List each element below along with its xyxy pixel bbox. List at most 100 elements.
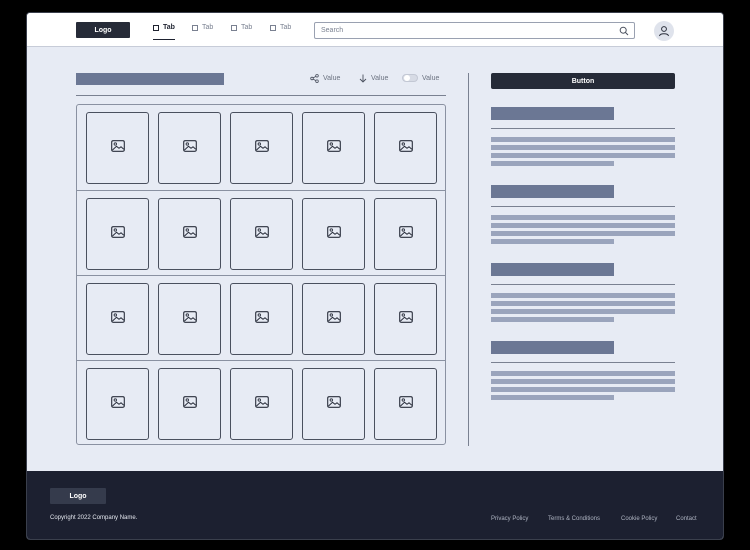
sidebar-text-line (491, 301, 675, 306)
primary-button[interactable]: Button (491, 73, 675, 89)
sidebar-text-line (491, 293, 675, 298)
sidebar-text-line (491, 145, 675, 150)
search-placeholder: Search (321, 27, 344, 34)
footer-logo[interactable]: Logo (50, 488, 106, 504)
image-icon (110, 310, 125, 328)
gallery-row (77, 105, 445, 190)
gallery-card[interactable] (302, 112, 365, 184)
nav-tab-4[interactable]: Tab (270, 24, 291, 40)
share-control[interactable]: Value (310, 74, 340, 83)
user-avatar[interactable] (654, 21, 674, 41)
image-icon (182, 225, 197, 243)
sidebar-text-line (491, 371, 675, 376)
gallery-card[interactable] (158, 112, 221, 184)
sidebar-divider (491, 206, 675, 207)
section-title-placeholder (76, 73, 224, 85)
sidebar-text-line (491, 379, 675, 384)
image-icon (398, 225, 413, 243)
gallery-card[interactable] (230, 198, 293, 270)
search-input[interactable]: Search (314, 22, 635, 39)
toggle-label: Value (422, 74, 440, 82)
gallery-card[interactable] (230, 112, 293, 184)
image-icon (182, 310, 197, 328)
sidebar-divider (491, 284, 675, 285)
sidebar-text-line (491, 231, 675, 236)
image-icon (182, 395, 197, 413)
tab-placeholder-icon (270, 25, 276, 31)
privacy-policy-link[interactable]: Privacy Policy (491, 516, 528, 522)
section-divider (76, 95, 446, 96)
sidebar-text-line (491, 137, 675, 142)
sidebar-heading-3 (491, 263, 614, 276)
gallery-row (77, 190, 445, 275)
gallery-card[interactable] (374, 368, 437, 440)
image-icon (110, 395, 125, 413)
tab-placeholder-icon (192, 25, 198, 31)
gallery-card[interactable] (374, 198, 437, 270)
sort-control[interactable]: Value (359, 74, 388, 83)
terms-link[interactable]: Terms & Conditions (548, 516, 600, 522)
tab-placeholder-icon (153, 25, 159, 31)
gallery-card[interactable] (86, 283, 149, 355)
app-window: Logo Tab Tab Tab Tab Search Value Value … (26, 12, 724, 540)
gallery-card[interactable] (158, 198, 221, 270)
sidebar-text-line (491, 161, 614, 166)
gallery-card[interactable] (86, 198, 149, 270)
gallery-card[interactable] (302, 368, 365, 440)
user-icon (659, 26, 669, 37)
header-logo[interactable]: Logo (76, 22, 130, 38)
image-icon (398, 139, 413, 157)
image-icon (326, 310, 341, 328)
nav-tab-3[interactable]: Tab (231, 24, 252, 40)
sidebar-text-line (491, 395, 614, 400)
gallery-card[interactable] (374, 112, 437, 184)
image-gallery (76, 104, 446, 445)
cookie-policy-link[interactable]: Cookie Policy (621, 516, 657, 522)
sidebar-text-line (491, 309, 675, 314)
image-icon (398, 310, 413, 328)
toggle-control[interactable]: Value (402, 74, 439, 82)
gallery-card[interactable] (230, 283, 293, 355)
image-icon (326, 395, 341, 413)
gallery-card[interactable] (374, 283, 437, 355)
sidebar-text-line (491, 215, 675, 220)
share-label: Value (323, 75, 341, 82)
image-icon (110, 225, 125, 243)
sidebar-heading-1 (491, 107, 614, 120)
sidebar-divider (491, 128, 675, 129)
contact-link[interactable]: Contact (676, 516, 697, 522)
sidebar-text-line (491, 153, 675, 158)
sidebar-text-line (491, 223, 675, 228)
search-icon[interactable] (619, 26, 629, 36)
gallery-card[interactable] (302, 283, 365, 355)
gallery-card[interactable] (158, 368, 221, 440)
column-divider (468, 73, 469, 446)
image-icon (398, 395, 413, 413)
gallery-card[interactable] (86, 368, 149, 440)
sidebar-heading-2 (491, 185, 614, 198)
sidebar-text-line (491, 317, 614, 322)
gallery-row (77, 360, 445, 445)
toggle-switch[interactable] (402, 74, 418, 82)
image-icon (254, 395, 269, 413)
gallery-row (77, 275, 445, 360)
gallery-card[interactable] (302, 198, 365, 270)
image-icon (254, 225, 269, 243)
tab-placeholder-icon (231, 25, 237, 31)
footer: Logo Copyright 2022 Company Name. Privac… (27, 471, 723, 539)
image-icon (254, 310, 269, 328)
nav-tab-2[interactable]: Tab (192, 24, 213, 40)
gallery-card[interactable] (158, 283, 221, 355)
gallery-card[interactable] (86, 112, 149, 184)
gallery-card[interactable] (230, 368, 293, 440)
top-nav: Logo Tab Tab Tab Tab Search (27, 13, 723, 47)
copyright-text: Copyright 2022 Company Name. (50, 515, 138, 521)
sidebar-heading-4 (491, 341, 614, 354)
arrow-down-icon (359, 74, 367, 83)
nav-tab-label: Tab (241, 24, 253, 31)
image-icon (326, 225, 341, 243)
image-icon (254, 139, 269, 157)
nav-tab-1[interactable]: Tab (153, 24, 175, 40)
nav-tab-label: Tab (202, 24, 214, 31)
sidebar-divider (491, 362, 675, 363)
